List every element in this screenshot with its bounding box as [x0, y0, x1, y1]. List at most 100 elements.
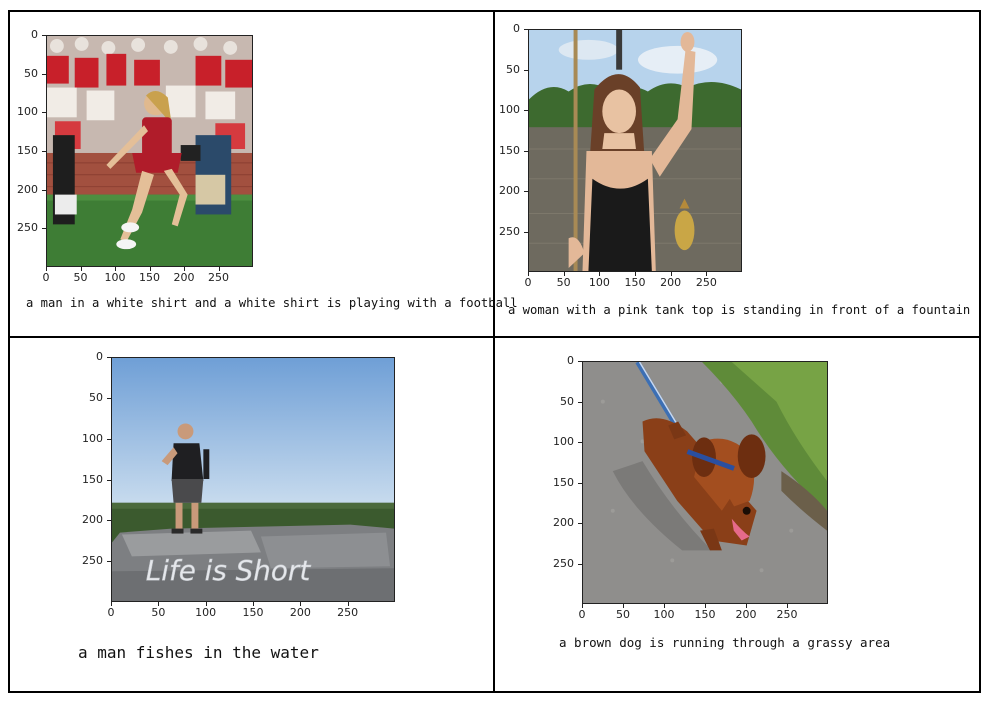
x-tick-label: 50 — [151, 606, 166, 619]
x-tick-label: 0 — [524, 276, 532, 289]
x-tick-mark — [664, 604, 665, 608]
y-tick-mark — [42, 189, 46, 191]
y-tick-label: 0 — [96, 350, 103, 363]
x-tick-mark — [46, 267, 47, 271]
x-tick-label: 250 — [695, 276, 717, 289]
x-tick-label: 200 — [735, 608, 757, 621]
y-tick-label: 50 — [24, 66, 38, 80]
svg-text:Life is Short: Life is Short — [146, 554, 312, 587]
y-tick-mark — [524, 150, 528, 152]
x-tick-mark — [787, 604, 788, 608]
y-tick-mark — [42, 73, 46, 75]
y-tick-label: 0 — [567, 354, 574, 367]
x-tick-mark — [115, 267, 116, 271]
caption-text: a brown dog is running through a grassy … — [559, 635, 891, 650]
caption-text: a man fishes in the water — [78, 643, 319, 662]
photo-man-on-rock: Life is Short — [111, 357, 395, 602]
y-tick-label: 150 — [553, 475, 574, 489]
x-tick-label: 100 — [588, 276, 610, 289]
y-tick-mark — [107, 479, 111, 481]
y-tick-label: 0 — [513, 22, 520, 35]
x-tick-label: 200 — [173, 271, 195, 284]
y-tick-mark — [524, 69, 528, 71]
y-tick-mark — [578, 563, 582, 565]
y-tick-mark — [107, 438, 111, 440]
caption-text: a woman with a pink tank top is standing… — [508, 303, 971, 317]
y-tick-mark — [578, 523, 582, 524]
caption-text: a man in a white shirt and a white shirt… — [26, 296, 518, 310]
x-tick-label: 100 — [104, 271, 126, 284]
x-tick-label: 150 — [624, 276, 646, 289]
y-tick-label: 50 — [560, 394, 574, 408]
y-tick-label: 100 — [553, 435, 574, 448]
y-tick-label: 150 — [17, 144, 38, 157]
x-tick-label: 50 — [616, 608, 630, 621]
photo-cheerleader — [46, 35, 253, 267]
photo-dachshund — [582, 361, 828, 604]
y-tick-label: 150 — [82, 472, 103, 486]
y-tick-label: 0 — [31, 28, 38, 41]
y-tick-mark — [524, 29, 528, 30]
y-tick-label: 100 — [499, 103, 520, 116]
y-tick-label: 100 — [17, 105, 38, 119]
y-tick-mark — [42, 112, 46, 114]
y-tick-mark — [524, 110, 528, 111]
x-tick-mark — [746, 604, 747, 608]
x-tick-label: 150 — [694, 608, 716, 621]
x-tick-label: 200 — [289, 606, 311, 619]
photo-woman-fish — [528, 29, 742, 272]
x-tick-mark — [80, 267, 82, 271]
y-tick-mark — [578, 401, 582, 403]
x-tick-mark — [111, 602, 112, 606]
x-tick-mark — [599, 272, 601, 276]
y-tick-mark — [578, 482, 582, 484]
x-tick-mark — [563, 272, 565, 276]
y-tick-label: 250 — [553, 556, 574, 570]
x-tick-label: 100 — [653, 608, 675, 621]
x-tick-mark — [347, 602, 349, 606]
y-tick-label: 200 — [553, 516, 574, 529]
x-tick-label: 50 — [556, 276, 571, 289]
x-tick-mark — [205, 602, 207, 606]
y-tick-label: 100 — [82, 431, 103, 445]
x-tick-mark — [253, 602, 254, 606]
x-tick-mark — [158, 602, 160, 606]
y-tick-label: 250 — [499, 224, 520, 238]
x-tick-label: 200 — [660, 276, 682, 289]
x-tick-label: 0 — [578, 608, 586, 621]
x-tick-mark — [184, 267, 185, 271]
y-tick-label: 50 — [89, 390, 103, 404]
x-tick-label: 100 — [195, 606, 217, 619]
y-tick-mark — [107, 561, 111, 563]
y-tick-mark — [524, 231, 528, 233]
x-tick-mark — [528, 272, 529, 276]
x-tick-label: 150 — [139, 271, 160, 284]
y-tick-mark — [578, 361, 582, 362]
y-tick-mark — [578, 442, 582, 443]
x-tick-label: 150 — [242, 606, 264, 619]
y-tick-label: 50 — [506, 62, 520, 76]
y-tick-mark — [524, 191, 528, 192]
x-tick-mark — [635, 272, 636, 276]
y-tick-label: 200 — [499, 184, 520, 197]
y-tick-label: 150 — [499, 143, 520, 157]
x-tick-mark — [582, 604, 583, 608]
x-tick-label: 250 — [776, 608, 798, 621]
x-tick-mark — [670, 272, 672, 276]
x-tick-label: 250 — [208, 271, 229, 284]
y-tick-label: 250 — [82, 554, 103, 568]
y-tick-mark — [107, 357, 111, 358]
y-tick-label: 200 — [82, 513, 103, 527]
x-tick-label: 250 — [337, 606, 359, 619]
y-tick-mark — [42, 35, 46, 36]
x-tick-label: 50 — [73, 271, 88, 284]
y-tick-mark — [42, 151, 46, 152]
y-tick-label: 250 — [17, 221, 38, 235]
x-tick-mark — [705, 604, 706, 608]
y-tick-mark — [42, 228, 46, 230]
x-tick-mark — [300, 602, 302, 606]
x-tick-label: 0 — [107, 606, 115, 619]
x-tick-mark — [218, 267, 220, 271]
y-tick-mark — [107, 520, 111, 522]
table-divider-horizontal — [8, 336, 981, 338]
